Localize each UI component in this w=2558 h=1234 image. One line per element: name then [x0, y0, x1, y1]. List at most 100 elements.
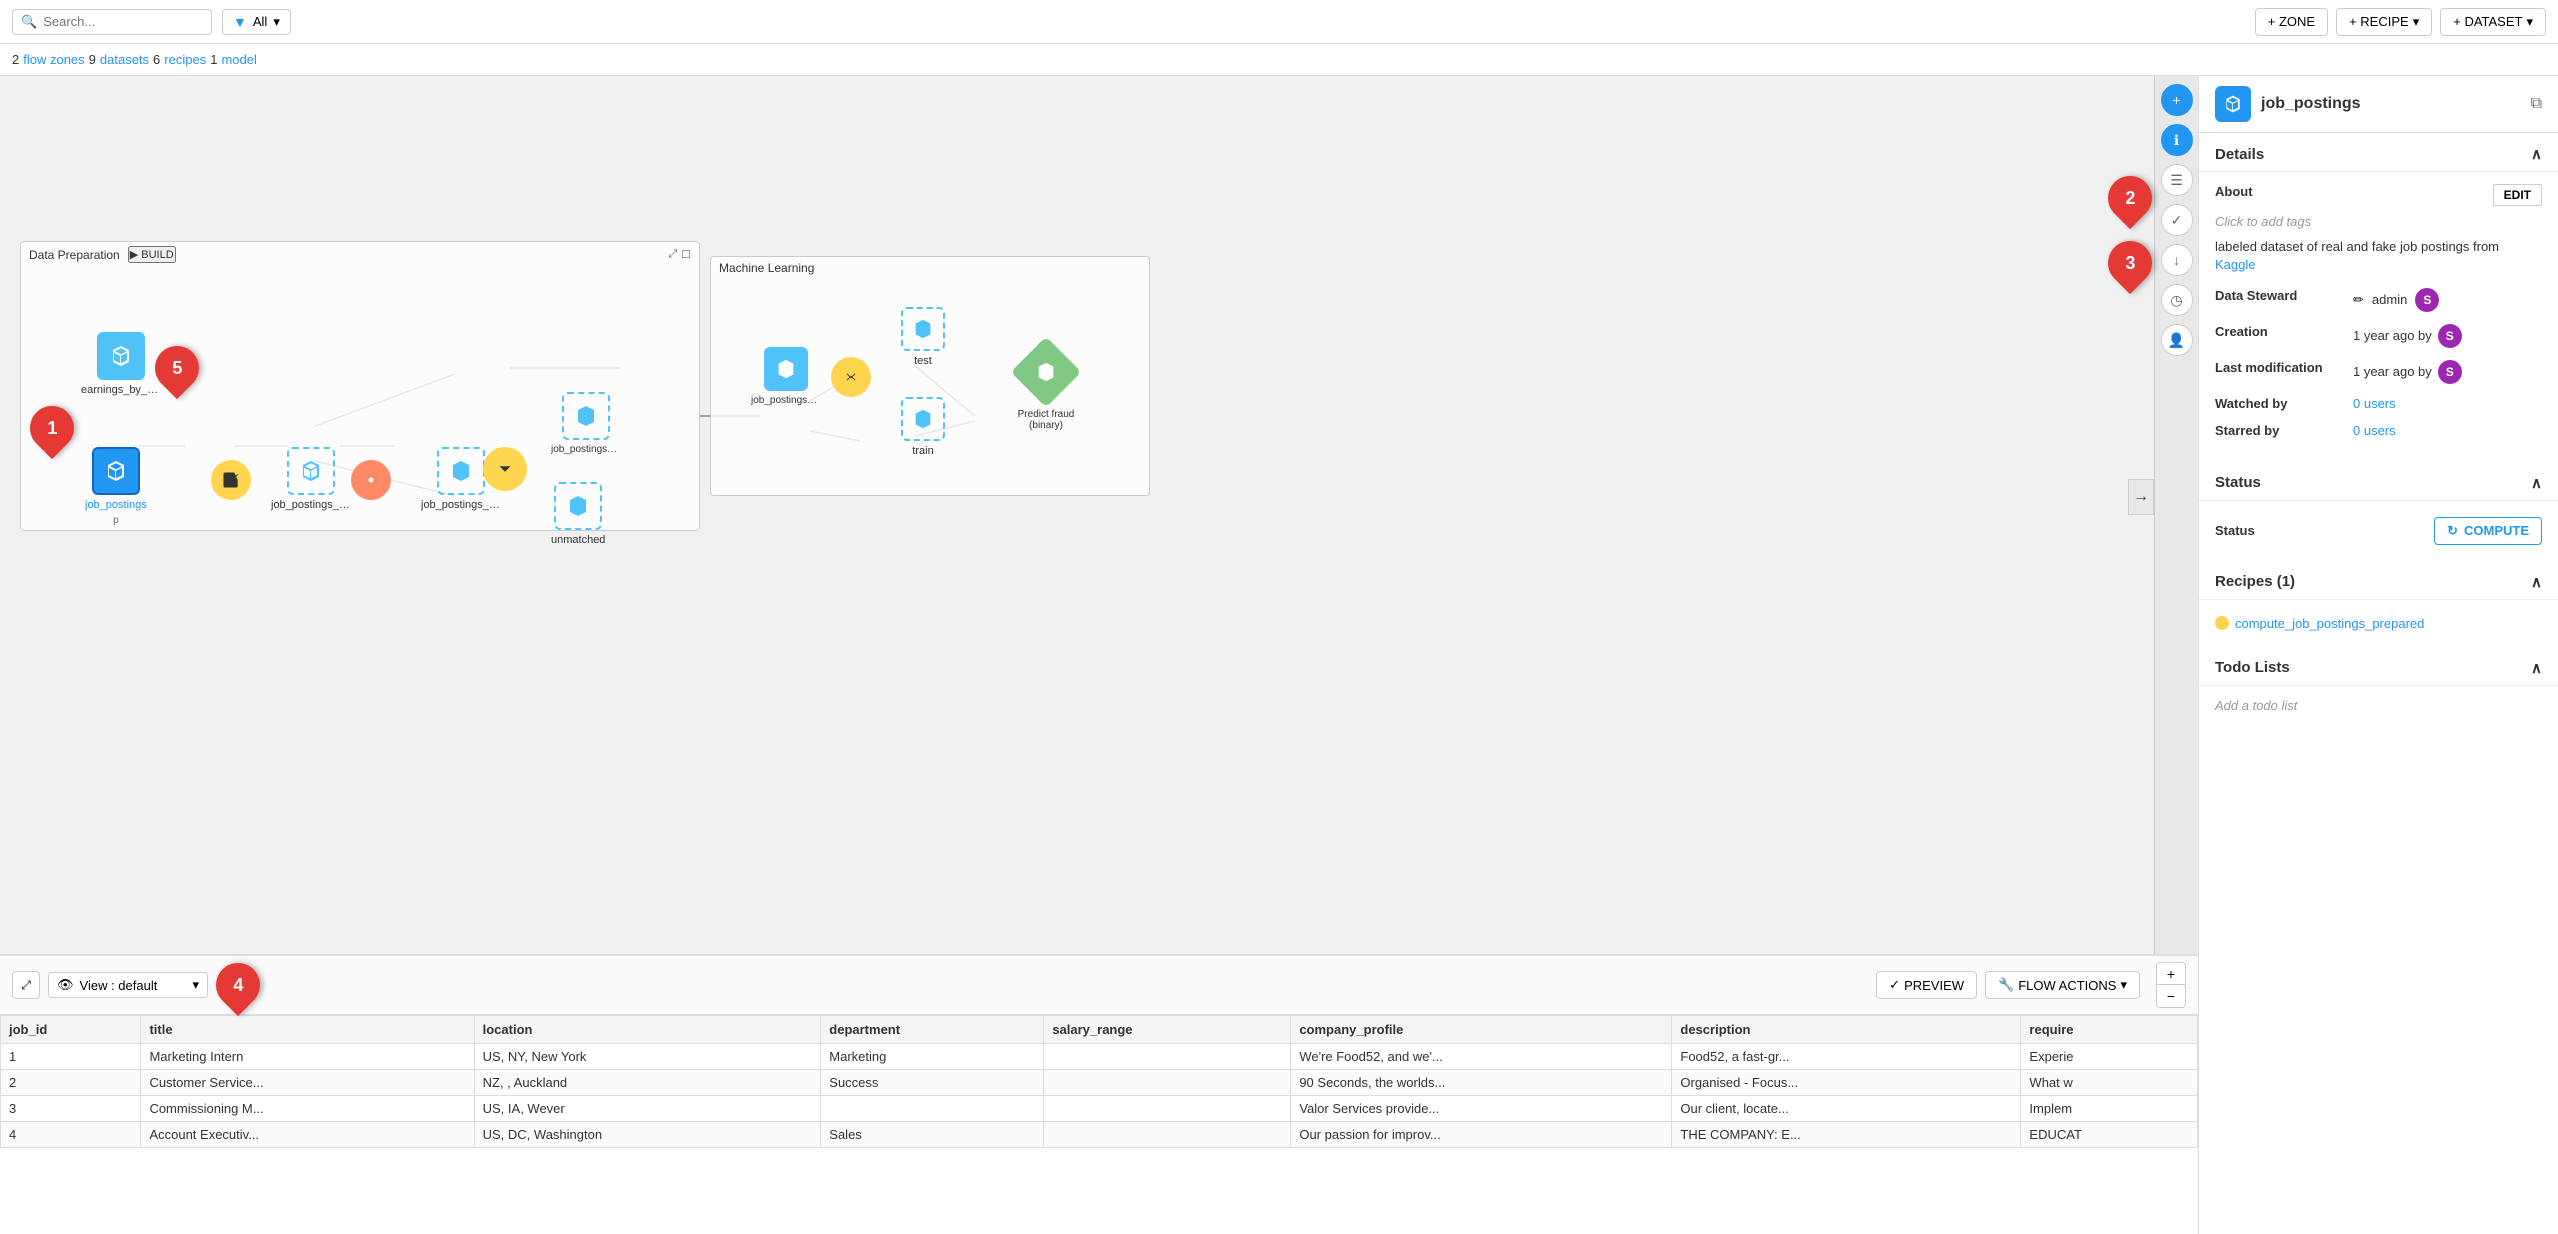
compute-button[interactable]: ↻ COMPUTE: [2434, 517, 2542, 545]
cell-require: EDUCAT: [2021, 1122, 2198, 1148]
node-job-postings[interactable]: job_postings p: [85, 447, 147, 526]
fullscreen-icon[interactable]: ☐: [681, 248, 691, 261]
section-details[interactable]: Details ∧: [2199, 133, 2558, 172]
chevron-down-icon: ▾: [2413, 14, 2420, 30]
filter-button[interactable]: ▼ All ▾: [222, 9, 291, 35]
top-right-buttons: + ZONE + RECIPE ▾ + DATASET ▾: [2255, 8, 2546, 36]
recipe-link[interactable]: compute_job_postings_prepared: [2235, 616, 2424, 631]
filter-icon: ▼: [233, 14, 247, 30]
chevron-up-icon-recipes: ∧: [2531, 573, 2542, 591]
plus-tool-button[interactable]: +: [2161, 84, 2193, 116]
expand-view-button[interactable]: ⤢: [12, 971, 40, 999]
last-mod-value: 1 year ago by: [2353, 364, 2432, 379]
zoom-in-button[interactable]: +: [2157, 963, 2185, 985]
todo-add-text[interactable]: Add a todo list: [2215, 698, 2297, 713]
cell-job_id: 1: [1, 1044, 141, 1070]
view-select[interactable]: 👁 View : default ▾: [48, 972, 208, 998]
chevron-down-icon: ▾: [2526, 14, 2533, 30]
build-button[interactable]: ▶ BUILD: [128, 246, 176, 263]
node-recipe-1[interactable]: [211, 460, 251, 500]
watched-row: Watched by 0 users: [2215, 396, 2542, 411]
flow-zones-link[interactable]: flow zones: [23, 52, 84, 67]
node-recipe-2[interactable]: [351, 460, 391, 500]
datasets-link[interactable]: datasets: [100, 52, 149, 67]
cell-job_id: 2: [1, 1070, 141, 1096]
right-panel: job_postings ⧉ Details ∧ About EDIT Clic…: [2198, 76, 2558, 1234]
click-add-tags[interactable]: Click to add tags: [2215, 214, 2311, 229]
node-test[interactable]: test: [901, 307, 945, 367]
preview-button[interactable]: ✓ PREVIEW: [1876, 971, 1977, 999]
node-label-ml-input: job_postings_prepared_joined: [751, 395, 821, 406]
node-predict-fraud[interactable]: Predict fraud (binary): [1006, 347, 1086, 431]
wrench-icon: 🔧: [1998, 977, 2014, 993]
add-zone-button[interactable]: + ZONE: [2255, 8, 2328, 36]
kaggle-link[interactable]: Kaggle: [2215, 257, 2255, 272]
watched-value[interactable]: 0 users: [2353, 396, 2542, 411]
cell-description: Food52, a fast-gr...: [1672, 1044, 2021, 1070]
model-link[interactable]: model: [221, 52, 256, 67]
cell-salary_range: [1044, 1096, 1291, 1122]
search-icon: 🔍: [21, 14, 37, 30]
node-job-postings-prepared[interactable]: job_postings_prepared: [271, 447, 351, 511]
starred-value[interactable]: 0 users: [2353, 423, 2542, 438]
node-label-predict: Predict fraud (binary): [1006, 409, 1086, 431]
flow-graph-area[interactable]: Data Preparation ▶ BUILD ⤢ ☐ job_posting…: [0, 76, 2198, 954]
starred-row: Starred by 0 users: [2215, 423, 2542, 438]
about-label: About: [2215, 184, 2253, 199]
zoom-out-button[interactable]: −: [2157, 985, 2185, 1007]
refresh-icon: ↻: [2447, 523, 2458, 539]
check-tool-button[interactable]: ✓: [2161, 204, 2193, 236]
section-status[interactable]: Status ∧: [2199, 462, 2558, 501]
flow-zones-count: 2: [12, 52, 19, 67]
dataset-header-icon: [2215, 86, 2251, 122]
flow-actions-button[interactable]: 🔧 FLOW ACTIONS ▾: [1985, 971, 2140, 999]
dataset-icon-test: [901, 307, 945, 351]
cell-department: Marketing: [821, 1044, 1044, 1070]
data-steward-row: Data Steward ✏ admin S: [2215, 288, 2542, 312]
node-split-recipe[interactable]: [831, 357, 871, 397]
details-label: Details: [2215, 146, 2264, 163]
edit-button[interactable]: EDIT: [2493, 184, 2542, 206]
chevron-up-icon-status: ∧: [2531, 474, 2542, 492]
data-table: job_id title location department salary_…: [0, 1015, 2198, 1234]
data-steward-value: admin: [2372, 292, 2407, 307]
lastmod-avatar: S: [2438, 360, 2462, 384]
view-label: View : default: [80, 978, 158, 993]
bottom-toolbar: ⤢ 👁 View : default ▾ 4 ✓ PREVIEW 🔧 FLOW …: [0, 956, 2198, 1015]
copy-button[interactable]: ⧉: [2531, 95, 2542, 113]
node-label-earnings: earnings_by_education: [81, 384, 161, 396]
add-recipe-button[interactable]: + RECIPE ▾: [2336, 8, 2432, 36]
node-label-unmatched: unmatched: [551, 534, 605, 546]
pencil-icon: ✏: [2353, 292, 2364, 308]
cell-department: [821, 1096, 1044, 1122]
node-ml-input[interactable]: job_postings_prepared_joined: [751, 347, 821, 406]
users-tool-button[interactable]: 👤: [2161, 324, 2193, 356]
annotation-bubble-2: 2: [2099, 167, 2161, 229]
creation-avatar: S: [2438, 324, 2462, 348]
search-input[interactable]: [43, 14, 203, 29]
search-box[interactable]: 🔍: [12, 9, 212, 35]
recipe-icon-2: [351, 460, 391, 500]
node-earnings[interactable]: earnings_by_education: [81, 332, 161, 396]
info-tool-button[interactable]: ℹ: [2161, 124, 2193, 156]
expand-icon[interactable]: ⤢: [668, 248, 677, 261]
about-row: About EDIT: [2215, 184, 2542, 206]
cell-department: Success: [821, 1070, 1044, 1096]
last-mod-value-row: 1 year ago by S: [2353, 360, 2462, 384]
add-dataset-button[interactable]: + DATASET ▾: [2440, 8, 2546, 36]
preview-label: PREVIEW: [1904, 978, 1964, 993]
section-todo[interactable]: Todo Lists ∧: [2199, 647, 2558, 686]
download-tool-button[interactable]: ↓: [2161, 244, 2193, 276]
node-merge-recipe[interactable]: [483, 447, 527, 491]
node-train[interactable]: train: [901, 397, 945, 457]
node-prepared-joined[interactable]: job_postings_prepared_joined: [551, 392, 621, 455]
clock-tool-button[interactable]: ◷: [2161, 284, 2193, 316]
list-tool-button[interactable]: ☰: [2161, 164, 2193, 196]
arrow-button[interactable]: →: [2128, 479, 2154, 515]
recipes-link[interactable]: recipes: [164, 52, 206, 67]
annotation-bubble-3: 3: [2099, 232, 2161, 294]
last-mod-label: Last modification: [2215, 360, 2345, 375]
section-recipes[interactable]: Recipes (1) ∧: [2199, 561, 2558, 600]
cell-salary_range: [1044, 1122, 1291, 1148]
node-unmatched[interactable]: unmatched: [551, 482, 605, 546]
